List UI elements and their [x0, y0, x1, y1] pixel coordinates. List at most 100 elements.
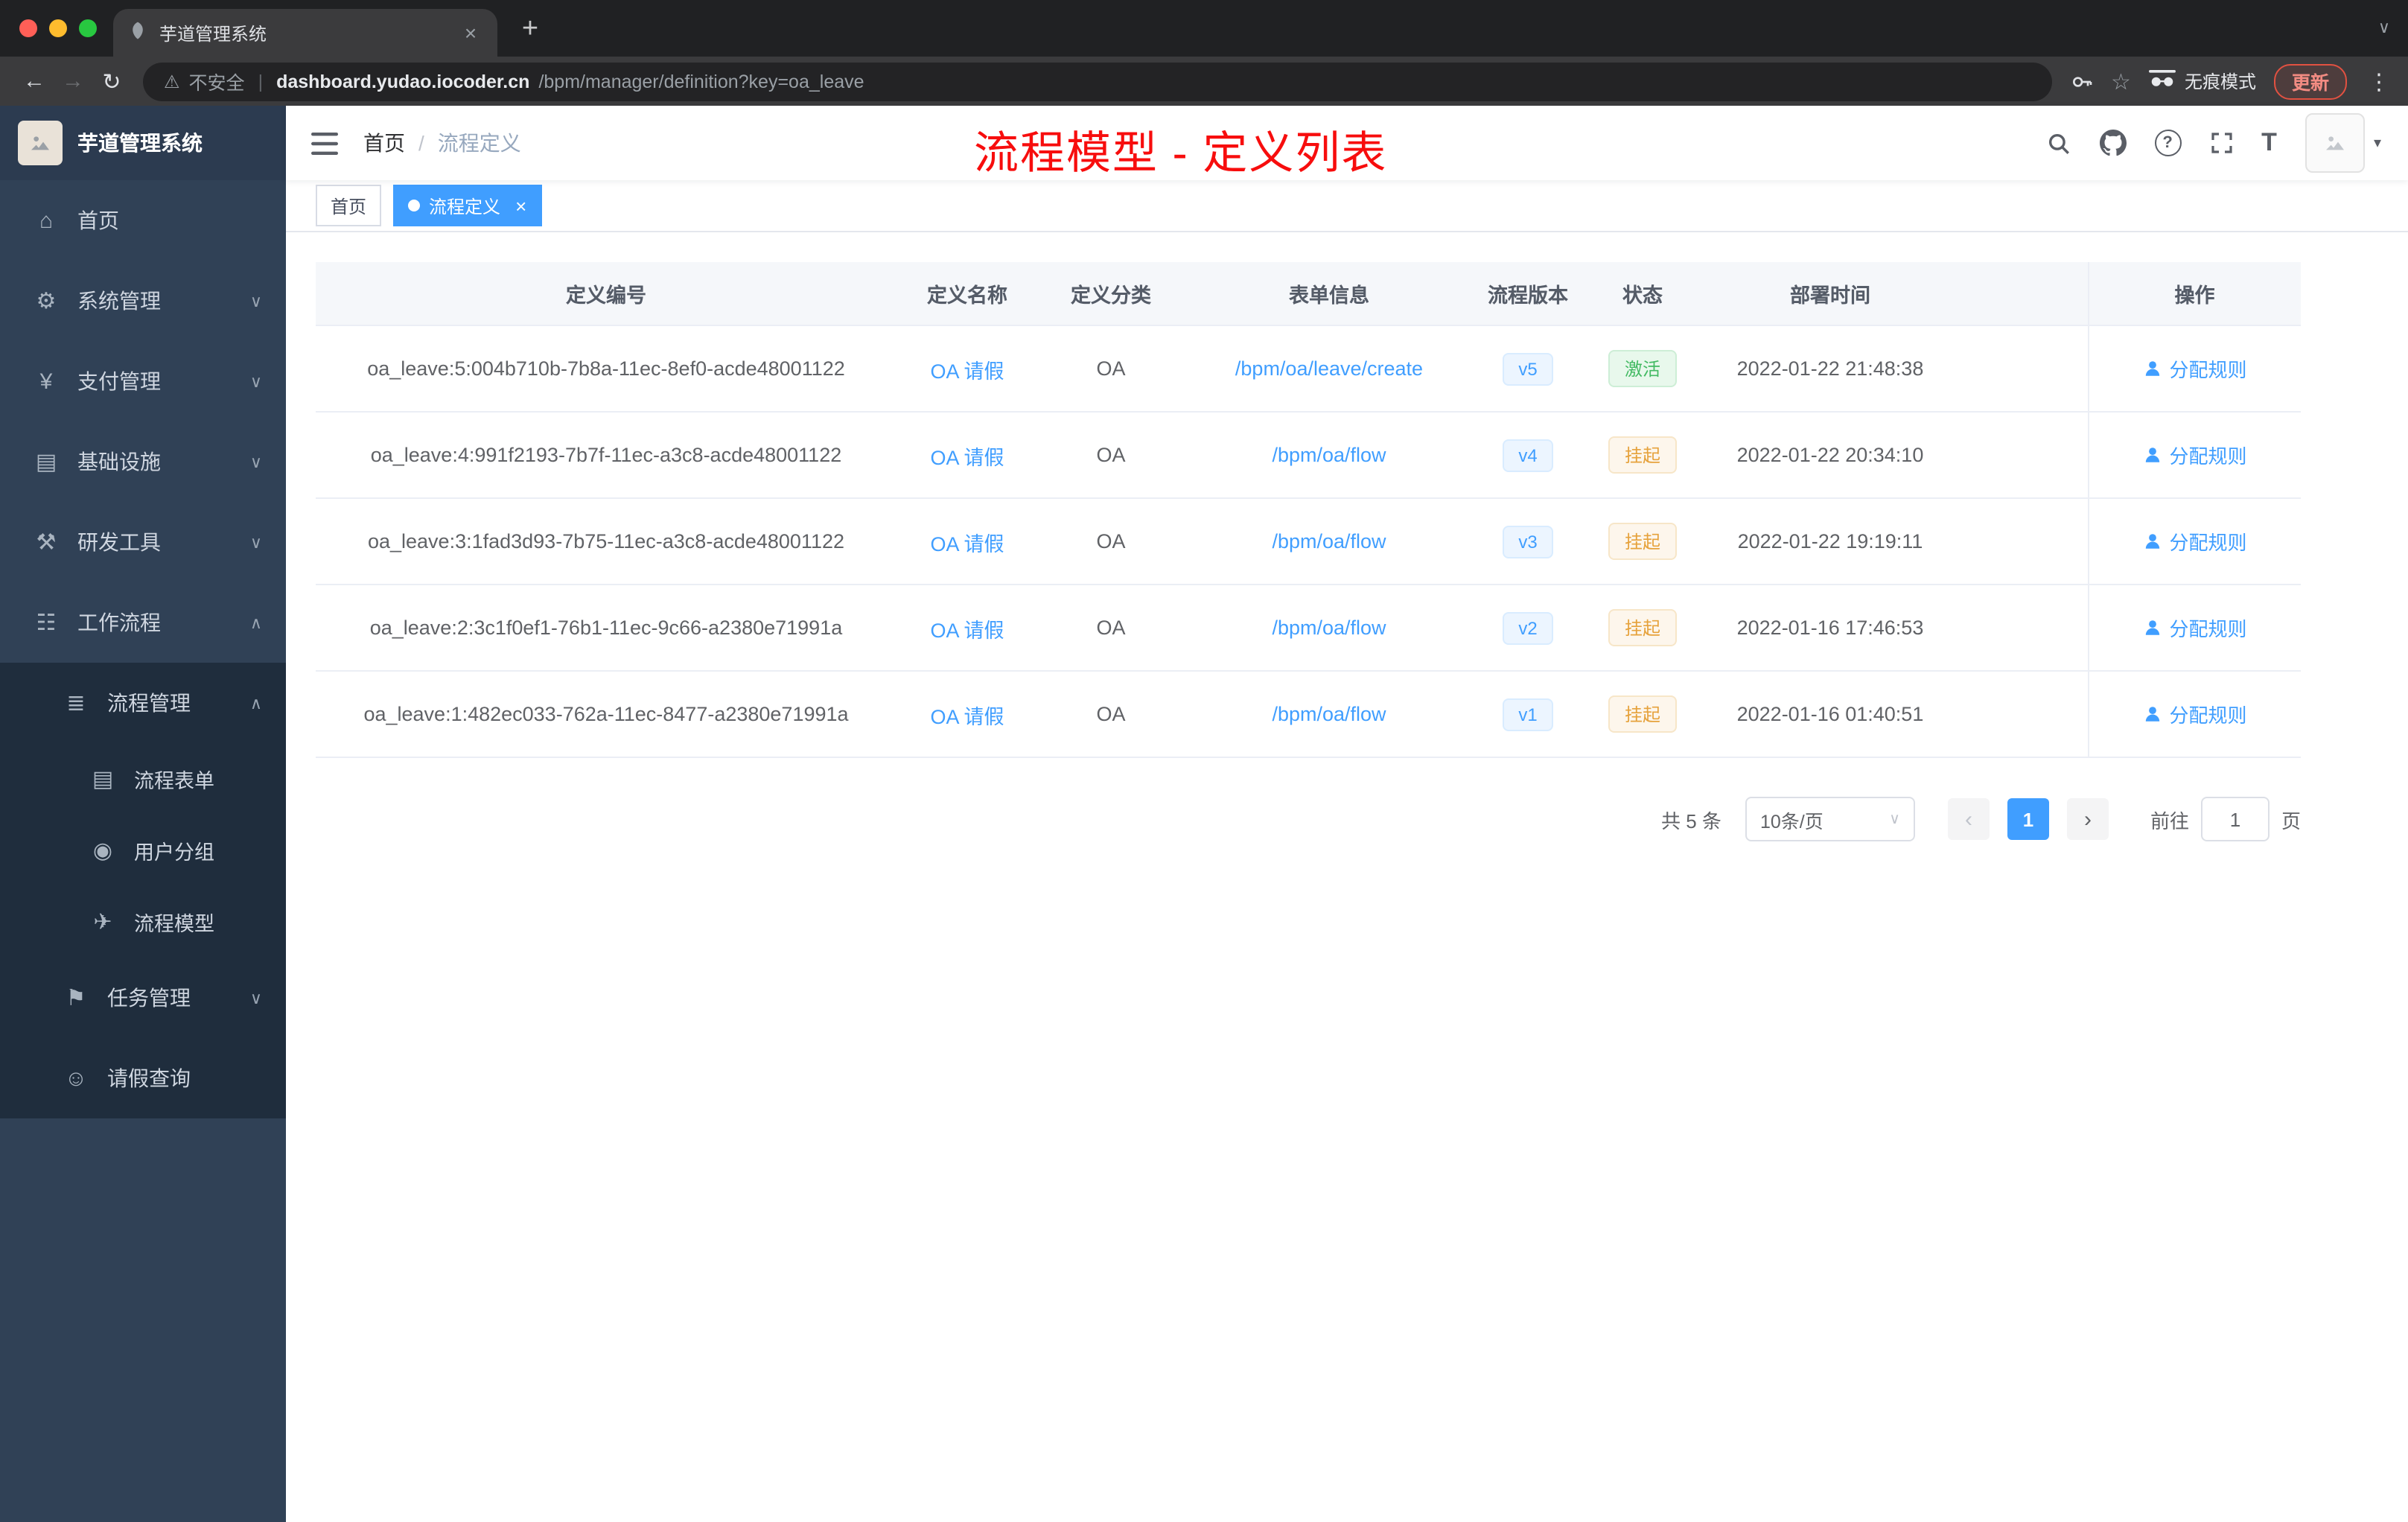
page-number-current[interactable]: 1: [2007, 798, 2049, 840]
url-field[interactable]: ⚠ 不安全 | dashboard.yudao.iocoder.cn/bpm/m…: [143, 62, 2052, 101]
assign-rule-button[interactable]: 分配规则: [2142, 527, 2247, 555]
cell-category: OA: [1038, 671, 1184, 758]
cell-filler: [1957, 412, 2088, 499]
tags-view-bar: 首页 流程定义 ×: [286, 180, 2408, 232]
sidebar-item-label: 首页: [77, 208, 119, 232]
sidebar-item-leave-query[interactable]: ☺ 请假查询: [0, 1038, 286, 1118]
user-group-icon: ◉: [92, 838, 113, 864]
user-icon: [2145, 620, 2159, 635]
chevron-up-icon: ∧: [249, 695, 262, 713]
sidebar-logo[interactable]: 芋道管理系统: [0, 106, 286, 180]
goto-page-input[interactable]: [2200, 797, 2270, 841]
assign-rule-button[interactable]: 分配规则: [2142, 700, 2247, 728]
assign-rule-button[interactable]: 分配规则: [2142, 354, 2247, 383]
col-definition-id: 定义编号: [316, 262, 896, 326]
sidebar-item-system-management[interactable]: ⚙ 系统管理 ∨: [0, 261, 286, 341]
back-icon[interactable]: ←: [15, 62, 54, 101]
window-controls: [19, 19, 97, 37]
zoom-window-button[interactable]: [79, 19, 97, 37]
sidebar-item-dev-tools[interactable]: ⚒ 研发工具 ∨: [0, 502, 286, 582]
page-size-select[interactable]: 10条/页 ∨: [1745, 797, 1915, 841]
cell-definition-id: oa_leave:5:004b710b-7b8a-11ec-8ef0-acde4…: [316, 325, 896, 413]
sidebar-item-label: 用户分组: [134, 841, 214, 864]
chrome-update-button[interactable]: 更新: [2273, 63, 2347, 99]
form-info-link[interactable]: /bpm/oa/flow: [1272, 617, 1386, 639]
forward-icon[interactable]: →: [54, 62, 92, 101]
browser-menu-icon[interactable]: ⋮: [2365, 68, 2393, 95]
sidebar-item-payment-management[interactable]: ¥ 支付管理 ∨: [0, 341, 286, 421]
cell-category: OA: [1038, 412, 1184, 499]
reload-icon[interactable]: ↻: [92, 62, 131, 101]
close-window-button[interactable]: [19, 19, 37, 37]
breadcrumb-current: 流程定义: [437, 131, 521, 155]
sidebar-item-user-group[interactable]: ◉ 用户分组: [0, 815, 286, 886]
tab-search-chevron-icon[interactable]: ∨: [2378, 18, 2390, 37]
tag-home[interactable]: 首页: [316, 185, 382, 226]
tab-close-icon[interactable]: ×: [459, 21, 482, 45]
next-page-button[interactable]: ›: [2066, 798, 2109, 840]
minimize-window-button[interactable]: [49, 19, 67, 37]
fullscreen-icon[interactable]: [2209, 131, 2233, 155]
sidebar-item-task-management[interactable]: ⚑ 任务管理 ∨: [0, 958, 286, 1038]
sidebar-toggle-hamburger-icon[interactable]: [286, 132, 363, 154]
flag-icon: ⚑: [66, 986, 86, 1011]
font-size-icon[interactable]: T: [2261, 128, 2277, 158]
url-domain: dashboard.yudao.iocoder.cn: [276, 71, 530, 92]
pagination: 共 5 条 10条/页 ∨ ‹ 1 › 前往 页: [316, 797, 2301, 841]
sidebar-item-home[interactable]: ⌂ 首页: [0, 180, 286, 261]
sidebar-item-process-form[interactable]: ▤ 流程表单: [0, 743, 286, 815]
definition-name-link[interactable]: OA 请假: [930, 360, 1004, 382]
tag-label: 首页: [331, 196, 367, 217]
sidebar: 芋道管理系统 ⌂ 首页 ⚙ 系统管理 ∨ ¥ 支付管理 ∨ ▤ 基础设施 ∨ ⚒…: [0, 106, 286, 1522]
tag-label: 流程定义: [429, 196, 501, 217]
sidebar-item-workflow[interactable]: ☷ 工作流程 ∧: [0, 582, 286, 663]
screen: 芋道管理系统 × + ∨ ← → ↻ ⚠ 不安全 | dashboard.yud…: [0, 0, 2408, 1522]
chevron-down-icon: ∨: [249, 293, 262, 311]
prev-page-button[interactable]: ‹: [1947, 798, 1990, 840]
assign-rule-button[interactable]: 分配规则: [2142, 614, 2247, 642]
definition-name-link[interactable]: OA 请假: [930, 532, 1004, 555]
logo-image: [18, 121, 63, 165]
chevron-down-icon: ∨: [249, 534, 262, 552]
github-icon[interactable]: [2099, 130, 2127, 156]
cell-deploy-time: 2022-01-22 20:34:10: [1704, 412, 1957, 499]
help-question-icon[interactable]: ?: [2154, 130, 2182, 156]
sidebar-item-label: 支付管理: [77, 369, 161, 393]
table-row: oa_leave:2:3c1f0ef1-76b1-11ec-9c66-a2380…: [316, 585, 2301, 672]
password-key-icon[interactable]: [2069, 69, 2093, 93]
definition-name-link[interactable]: OA 请假: [930, 705, 1004, 727]
navbar-actions: ? T ▾: [2045, 113, 2408, 173]
status-badge: 挂起: [1608, 609, 1677, 646]
sidebar-item-process-management[interactable]: ≣ 流程管理 ∧: [0, 663, 286, 743]
goto-label: 前往: [2150, 809, 2189, 832]
version-badge: v4: [1502, 439, 1554, 471]
assign-rule-button[interactable]: 分配规则: [2142, 441, 2247, 469]
tag-process-definition[interactable]: 流程定义 ×: [393, 185, 542, 226]
form-info-link[interactable]: /bpm/oa/flow: [1272, 444, 1386, 466]
form-info-link[interactable]: /bpm/oa/leave/create: [1235, 357, 1423, 380]
security-label[interactable]: 不安全: [189, 67, 245, 95]
breadcrumb-home[interactable]: 首页: [363, 128, 405, 158]
col-filler: [1957, 262, 2088, 326]
paper-plane-icon: ✈: [93, 910, 112, 935]
browser-address-bar: ← → ↻ ⚠ 不安全 | dashboard.yudao.iocoder.cn…: [0, 57, 2408, 106]
sidebar-item-process-model[interactable]: ✈ 流程模型: [0, 886, 286, 958]
browser-tab[interactable]: 芋道管理系统 ×: [113, 9, 497, 57]
tag-close-icon[interactable]: ×: [515, 196, 526, 215]
incognito-badge: 无痕模式: [2148, 69, 2256, 94]
new-tab-button[interactable]: +: [512, 12, 548, 48]
table-row: oa_leave:1:482ec033-762a-11ec-8477-a2380…: [316, 671, 2301, 758]
sidebar-item-infrastructure[interactable]: ▤ 基础设施 ∨: [0, 421, 286, 502]
cell-definition-id: oa_leave:4:991f2193-7b7f-11ec-a3c8-acde4…: [316, 412, 896, 499]
user-menu[interactable]: ▾: [2305, 113, 2381, 173]
avatar[interactable]: [2305, 113, 2365, 173]
form-info-link[interactable]: /bpm/oa/flow: [1272, 703, 1386, 725]
bookmark-star-icon[interactable]: ☆: [2111, 68, 2131, 95]
search-icon[interactable]: [2045, 130, 2071, 156]
app-title: 芋道管理系统: [77, 131, 203, 155]
definition-name-link[interactable]: OA 请假: [930, 619, 1004, 641]
user-icon: [2145, 448, 2159, 462]
chevron-down-icon: ∨: [1889, 811, 1900, 827]
definition-name-link[interactable]: OA 请假: [930, 446, 1004, 468]
form-info-link[interactable]: /bpm/oa/flow: [1272, 530, 1386, 553]
